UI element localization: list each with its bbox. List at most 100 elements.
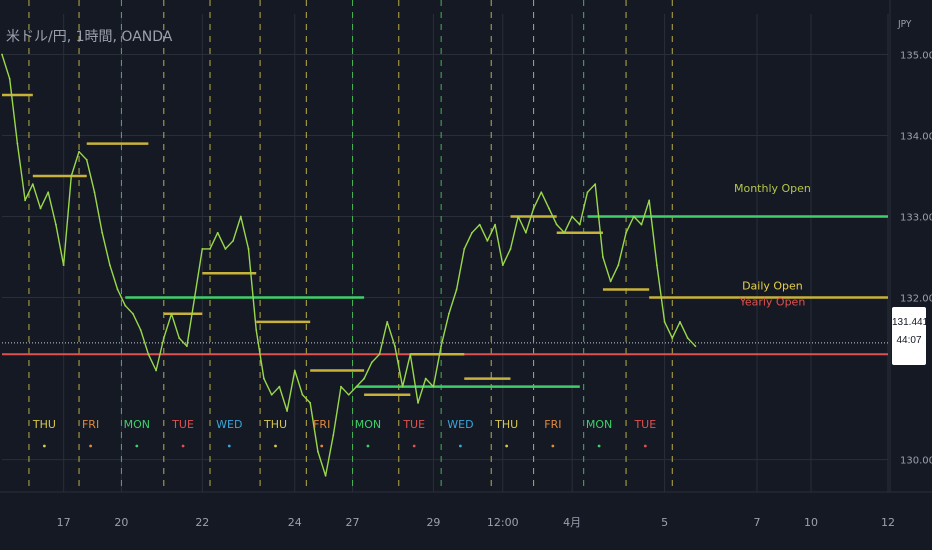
x-tick-label: 12: [881, 516, 895, 529]
price-point: [216, 231, 219, 234]
price-point: [548, 207, 550, 210]
price-point: [193, 296, 196, 299]
price-point: [309, 401, 312, 404]
x-tick-label: 5: [661, 516, 668, 529]
price-point: [501, 264, 504, 267]
weekday-label: WED: [216, 418, 242, 431]
current-price-badge: 131.441 44:07: [892, 307, 929, 365]
price-point: [463, 248, 466, 250]
price-point: [286, 410, 288, 412]
weekday-marker-dot: [89, 444, 92, 448]
price-point: [563, 231, 566, 234]
x-tick-label: 17: [57, 516, 71, 529]
price-point: [432, 385, 435, 388]
price-point: [255, 329, 258, 331]
price-point: [578, 223, 581, 226]
bar-countdown-label: 44:07: [896, 334, 922, 346]
weekday-marker-dot: [412, 444, 416, 448]
price-point: [55, 223, 57, 226]
weekday-marker-dot: [42, 444, 46, 448]
price-point: [209, 248, 211, 250]
price-point: [31, 183, 34, 186]
weekday-label: THU: [32, 418, 56, 431]
price-point: [324, 474, 327, 477]
weekday-label: THU: [263, 418, 287, 431]
price-point: [85, 158, 88, 161]
price-point: [170, 312, 173, 315]
price-point: [124, 304, 127, 307]
price-chart[interactable]: 135.000 134.000 133.000 132.000 130.000 17 20 2…: [0, 0, 932, 550]
price-point: [594, 183, 597, 186]
price-point: [440, 345, 443, 348]
weekday-label: MON: [586, 418, 612, 431]
price-point: [555, 223, 558, 226]
price-point: [101, 231, 104, 234]
daily-open-annotation: Daily Open: [742, 279, 803, 292]
price-point: [70, 175, 73, 177]
x-tick-label: 27: [346, 516, 360, 529]
weekday-label: FRI: [313, 418, 330, 431]
price-point: [632, 215, 635, 218]
price-point: [186, 345, 188, 348]
price-point: [340, 385, 342, 388]
price-point: [347, 393, 350, 396]
price-point: [363, 377, 366, 380]
price-point: [494, 223, 496, 226]
weekday-marker-dot: [459, 444, 462, 448]
weekday-label: WED: [447, 418, 473, 431]
price-point: [671, 337, 674, 339]
price-point: [201, 248, 204, 250]
price-point: [108, 264, 111, 267]
weekday-label: TUE: [171, 418, 194, 431]
price-point: [509, 248, 512, 250]
weekday-marker-dot: [135, 444, 139, 448]
price-point: [239, 215, 242, 218]
weekday-marker-dot: [366, 444, 370, 448]
price-point: [16, 142, 19, 145]
price-point: [378, 353, 381, 356]
price-point: [301, 393, 304, 396]
y-tick-label: 133.000: [900, 213, 932, 224]
x-tick-label: 7: [754, 516, 761, 529]
current-price-label: 131.441: [892, 317, 929, 328]
y-tick-label: 130.000: [900, 456, 932, 467]
price-point: [447, 312, 450, 315]
weekday-marker-dot: [227, 444, 231, 448]
x-tick-label: 29: [426, 516, 440, 529]
y-tick-label: 134.000: [900, 132, 932, 143]
price-point: [679, 320, 681, 323]
price-point: [517, 215, 520, 218]
price-point: [640, 223, 643, 226]
price-point: [270, 393, 273, 396]
x-tick-label: 4月: [563, 516, 581, 529]
price-point: [39, 207, 42, 210]
price-point: [232, 239, 235, 242]
yearly-open-annotation: Yearly Open: [739, 296, 806, 309]
weekday-marker-dot: [181, 444, 185, 448]
price-point: [78, 150, 80, 153]
weekday-marker-dot: [551, 444, 555, 448]
price-point: [648, 199, 651, 202]
price-point: [409, 353, 412, 356]
price-point: [486, 239, 489, 242]
weekday-label: MON: [124, 418, 150, 431]
price-point: [316, 450, 319, 453]
chart-background: [0, 0, 932, 550]
weekday-label: FRI: [82, 418, 99, 431]
price-point: [93, 191, 96, 194]
weekday-label: THU: [494, 418, 518, 431]
price-point: [663, 320, 666, 323]
price-point: [139, 329, 142, 331]
price-point: [655, 264, 658, 267]
price-point: [293, 369, 296, 372]
price-point: [116, 288, 119, 291]
price-point: [8, 77, 11, 80]
price-point: [155, 369, 157, 372]
price-point: [532, 207, 535, 210]
x-tick-label: 22: [195, 516, 209, 529]
price-point: [686, 337, 689, 339]
price-point: [332, 434, 335, 437]
price-point: [417, 401, 419, 404]
price-point: [571, 215, 574, 218]
price-point: [224, 248, 227, 250]
